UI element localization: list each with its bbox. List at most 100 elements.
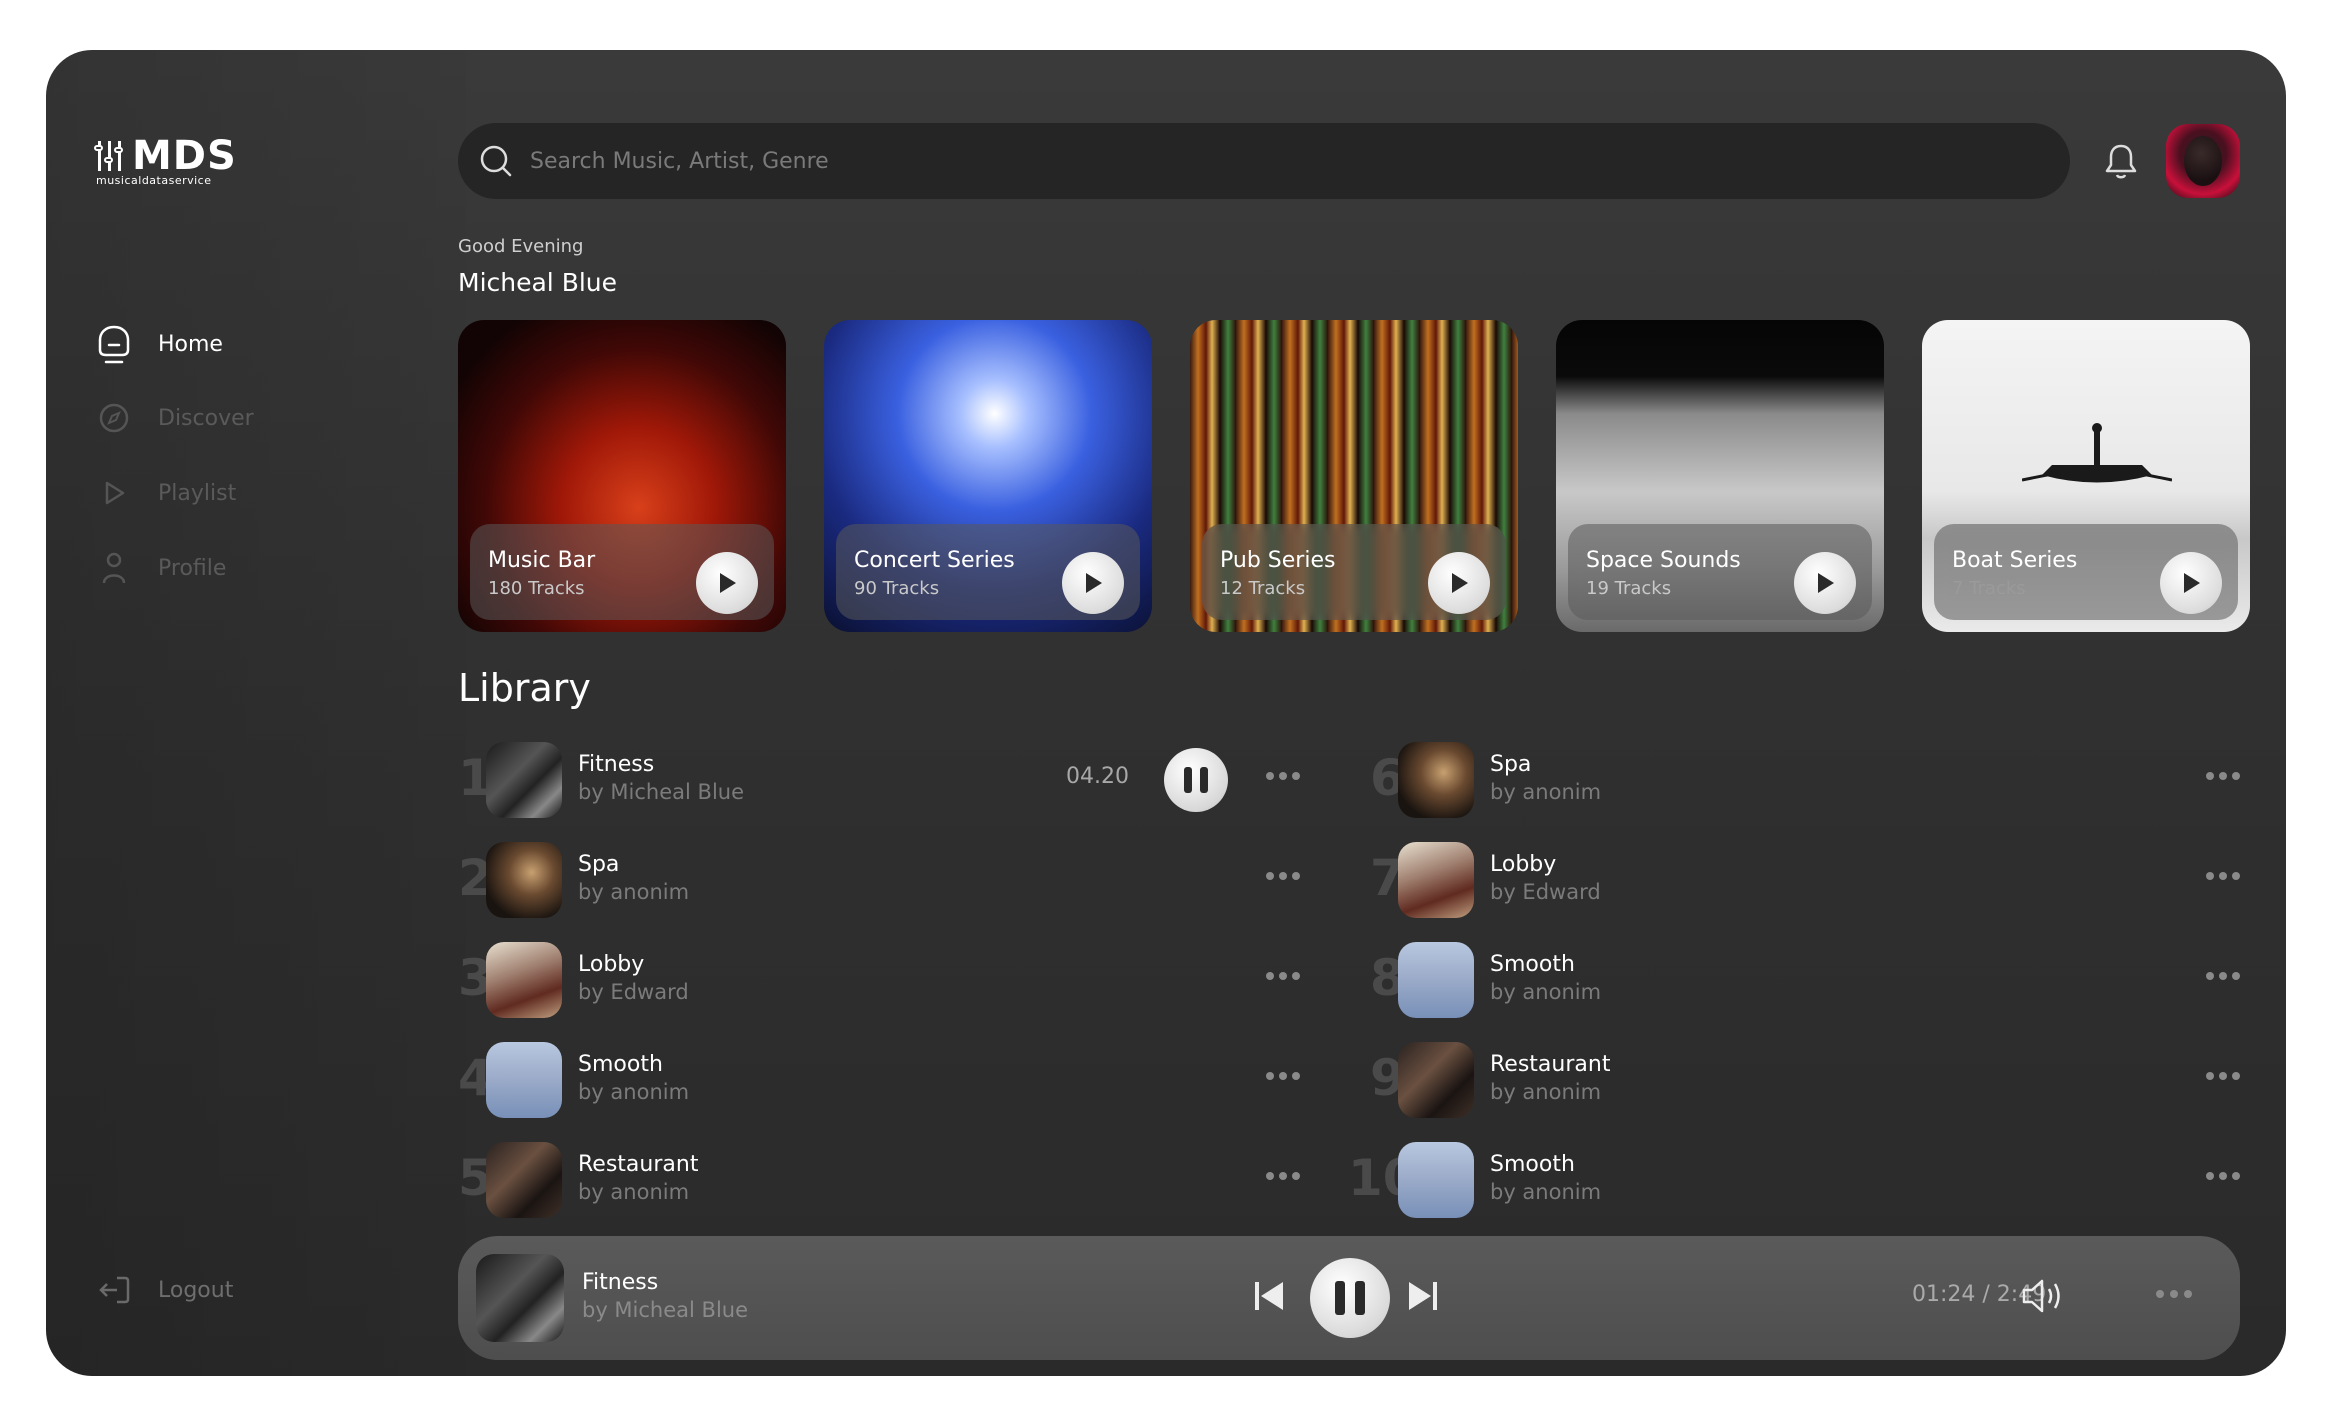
skip-next-icon xyxy=(1409,1282,1437,1310)
track-row[interactable]: 10 Smooth by anonim xyxy=(1348,1140,2250,1220)
track-row[interactable]: 6 Spa by anonim xyxy=(1370,740,2250,820)
play-button[interactable] xyxy=(1794,552,1856,614)
card-music-bar[interactable]: Music Bar 180 Tracks xyxy=(458,320,786,632)
more-icon[interactable] xyxy=(2206,966,2246,986)
track-artist: by anonim xyxy=(578,1180,690,1204)
sidebar-item-profile[interactable]: Profile xyxy=(96,550,226,586)
card-title: Concert Series xyxy=(854,548,1015,573)
card-track-count: 180 Tracks xyxy=(488,578,585,599)
search-bar[interactable] xyxy=(458,123,2070,199)
track-thumbnail xyxy=(486,742,562,818)
card-title: Pub Series xyxy=(1220,548,1336,573)
track-title: Smooth xyxy=(1490,952,1575,977)
card-track-count: 12 Tracks xyxy=(1220,578,1306,599)
card-pub-series[interactable]: Pub Series 12 Tracks xyxy=(1190,320,1518,632)
track-thumbnail xyxy=(1398,1042,1474,1118)
play-icon xyxy=(720,573,736,593)
track-row[interactable]: 2 Spa by anonim xyxy=(458,840,1358,920)
track-title: Lobby xyxy=(578,952,645,977)
play-icon xyxy=(1086,573,1102,593)
more-icon[interactable] xyxy=(2206,1066,2246,1086)
track-row[interactable]: 4 Smooth by anonim xyxy=(458,1040,1358,1120)
volume-button[interactable] xyxy=(2020,1276,2068,1320)
track-title: Fitness xyxy=(578,752,655,777)
track-row[interactable]: 3 Lobby by Edward xyxy=(458,940,1358,1020)
search-icon xyxy=(480,145,512,177)
track-row[interactable]: 1 Fitness by Micheal Blue 04.20 xyxy=(458,740,1358,820)
play-button[interactable] xyxy=(696,552,758,614)
card-boat-series[interactable]: Boat Series 7 Tracks xyxy=(1922,320,2250,632)
bell-icon[interactable] xyxy=(2104,142,2138,184)
play-pause-button[interactable] xyxy=(1310,1258,1390,1338)
user-name: Micheal Blue xyxy=(458,268,618,297)
logout-label: Logout xyxy=(158,1277,234,1303)
track-thumbnail xyxy=(1398,1142,1474,1218)
sidebar-item-label: Discover xyxy=(158,405,254,431)
track-artist: by anonim xyxy=(1490,980,1602,1004)
brand-name: MDS xyxy=(132,133,237,179)
play-icon xyxy=(2184,573,2200,593)
track-artist: by anonim xyxy=(1490,780,1602,804)
more-icon[interactable] xyxy=(2206,1166,2246,1186)
track-duration: 04.20 xyxy=(1066,764,1129,789)
more-icon[interactable] xyxy=(2156,1290,2192,1298)
card-track-count: 19 Tracks xyxy=(1586,578,1672,599)
track-artist: by anonim xyxy=(578,880,690,904)
card-space-sounds[interactable]: Space Sounds 19 Tracks xyxy=(1556,320,1884,632)
logout-icon xyxy=(96,1272,132,1308)
play-button[interactable] xyxy=(1428,552,1490,614)
sidebar-item-discover[interactable]: Discover xyxy=(96,400,254,436)
play-button[interactable] xyxy=(2160,552,2222,614)
search-input[interactable] xyxy=(530,148,1930,174)
logout-button[interactable]: Logout xyxy=(96,1272,233,1308)
more-icon[interactable] xyxy=(2206,866,2246,886)
user-icon xyxy=(96,550,132,586)
more-icon[interactable] xyxy=(2206,766,2246,786)
track-title: Spa xyxy=(578,852,620,877)
more-icon[interactable] xyxy=(1266,1166,1306,1186)
more-icon[interactable] xyxy=(1266,766,1306,786)
track-row[interactable]: 8 Smooth by anonim xyxy=(1370,940,2250,1020)
track-thumbnail xyxy=(486,842,562,918)
sidebar-item-label: Home xyxy=(158,331,223,357)
sidebar-item-playlist[interactable]: Playlist xyxy=(96,475,236,511)
track-title: Smooth xyxy=(578,1052,663,1077)
track-artist: by Micheal Blue xyxy=(578,780,745,804)
card-concert-series[interactable]: Concert Series 90 Tracks xyxy=(824,320,1152,632)
brand-logo[interactable]: MDS musicaldataservice xyxy=(94,136,237,187)
play-icon xyxy=(1818,573,1834,593)
greeting: Good Evening xyxy=(458,236,584,257)
track-artist: by anonim xyxy=(1490,1180,1602,1204)
track-artist: by anonim xyxy=(578,1080,690,1104)
play-icon xyxy=(1452,573,1468,593)
now-playing-bar: Fitness by Micheal Blue 01:24 / 2:49 xyxy=(458,1236,2240,1360)
track-artist: by Edward xyxy=(1490,880,1601,904)
track-title: Spa xyxy=(1490,752,1532,777)
avatar[interactable] xyxy=(2166,124,2240,198)
track-thumbnail xyxy=(1398,842,1474,918)
track-title: Smooth xyxy=(1490,1152,1575,1177)
next-button[interactable] xyxy=(1406,1278,1440,1318)
more-icon[interactable] xyxy=(1266,866,1306,886)
skip-previous-icon xyxy=(1255,1282,1283,1310)
card-title: Music Bar xyxy=(488,548,596,573)
home-icon xyxy=(96,325,132,364)
play-button[interactable] xyxy=(1062,552,1124,614)
compass-icon xyxy=(96,400,132,436)
card-track-count: 90 Tracks xyxy=(854,578,940,599)
sidebar xyxy=(46,50,466,1376)
track-row[interactable]: 5 Restaurant by anonim xyxy=(458,1140,1358,1220)
more-icon[interactable] xyxy=(1266,1066,1306,1086)
previous-button[interactable] xyxy=(1252,1278,1286,1318)
sidebar-item-home[interactable]: Home xyxy=(96,325,223,364)
equalizer-icon xyxy=(94,139,128,173)
play-icon xyxy=(96,475,132,511)
pause-button[interactable] xyxy=(1164,748,1228,812)
track-thumbnail xyxy=(1398,942,1474,1018)
track-row[interactable]: 9 Restaurant by anonim xyxy=(1370,1040,2250,1120)
track-thumbnail xyxy=(486,1142,562,1218)
more-icon[interactable] xyxy=(1266,966,1306,986)
track-title: Restaurant xyxy=(578,1152,699,1177)
track-row[interactable]: 7 Lobby by Edward xyxy=(1370,840,2250,920)
library-title: Library xyxy=(458,666,591,710)
